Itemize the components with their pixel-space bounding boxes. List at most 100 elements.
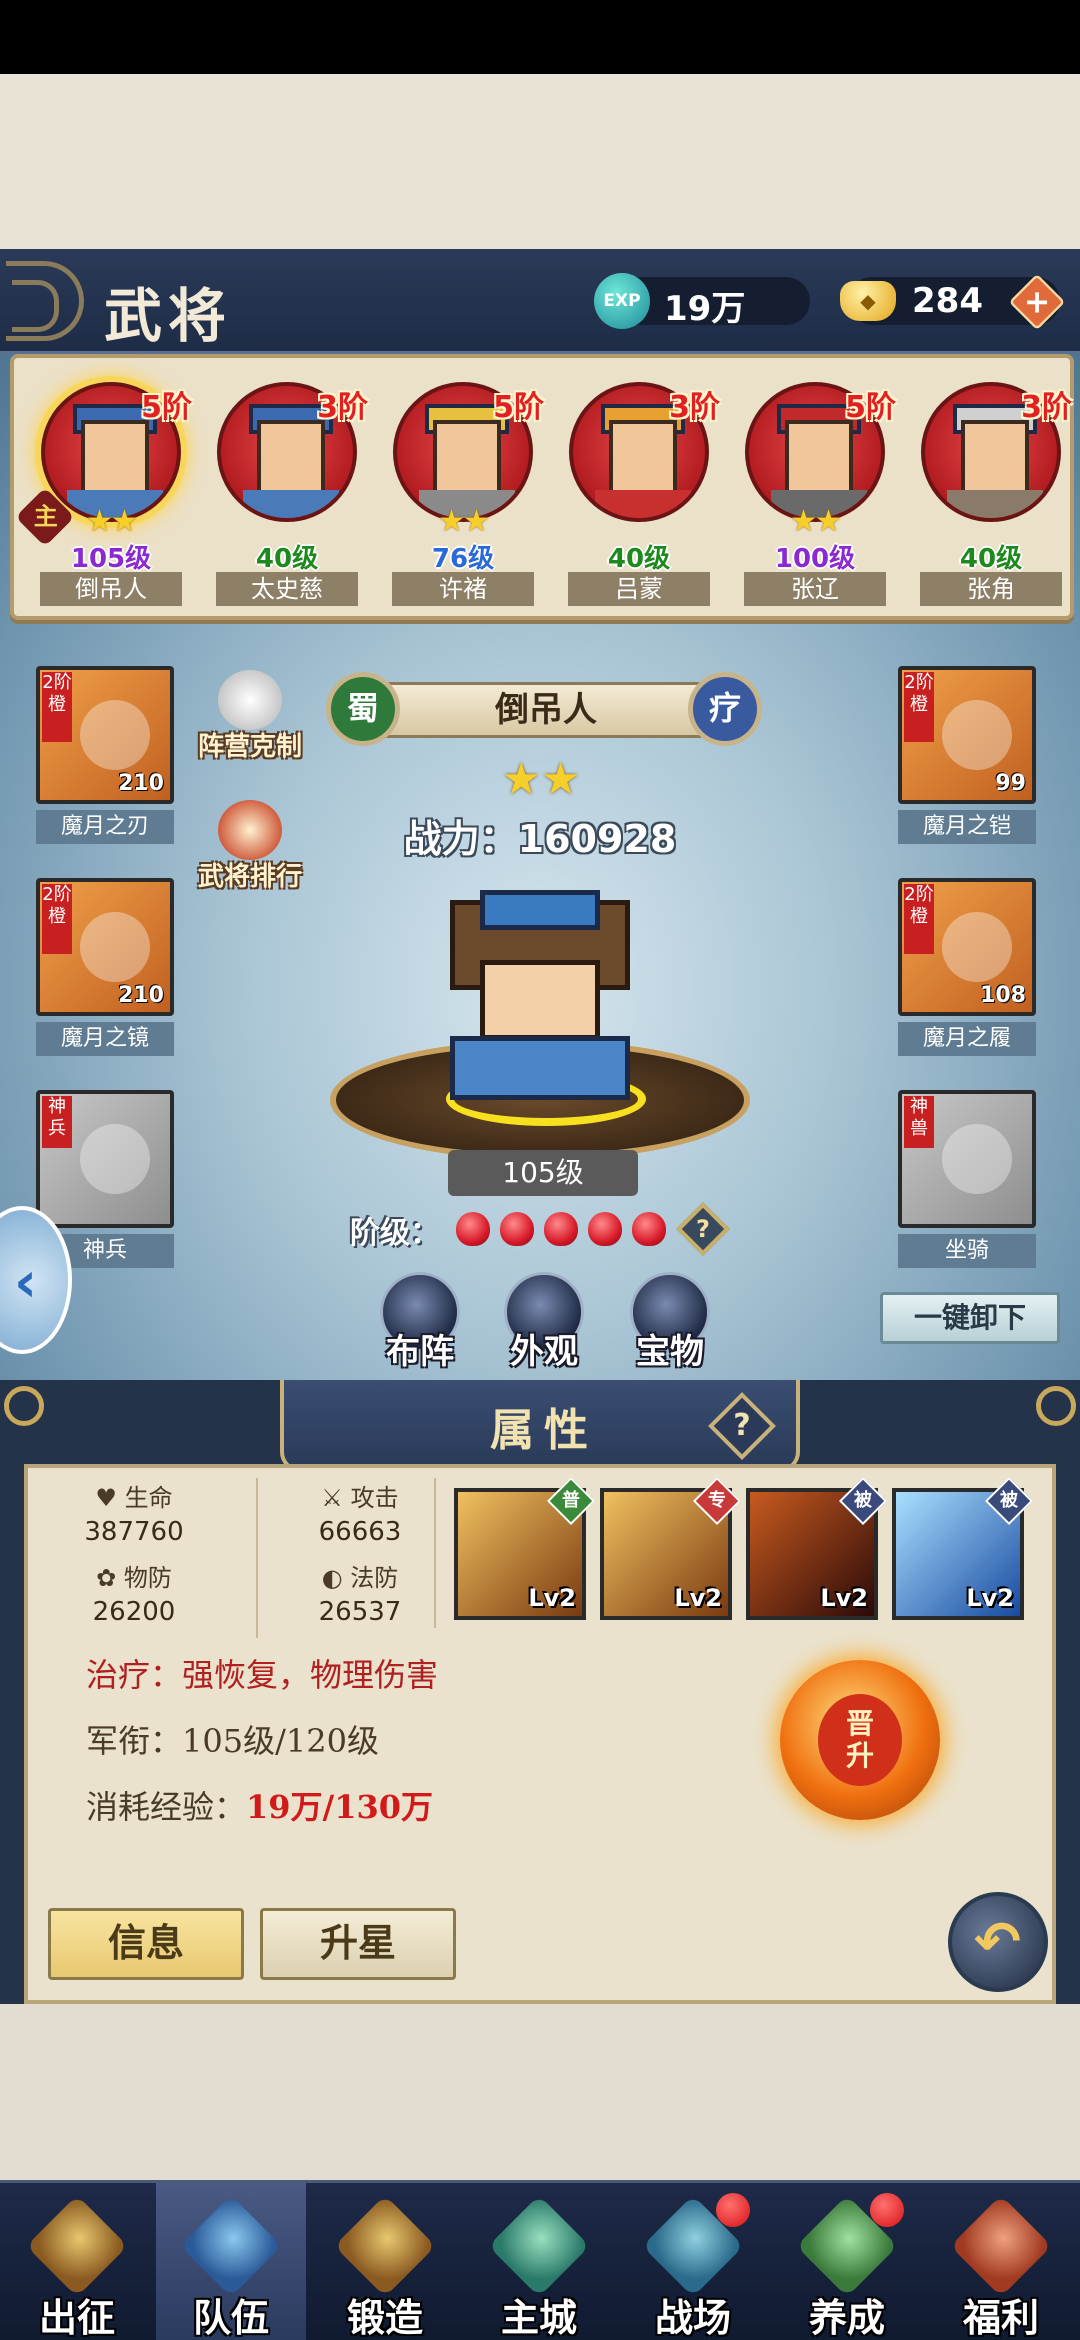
hero-name: 吕蒙 [568,572,710,606]
panel-ornament [1036,1386,1076,1426]
hero-name-title: 倒吊人 [495,690,597,730]
hero-level: 105级 [70,544,152,574]
mount-slot[interactable]: 神兽 [898,1090,1036,1228]
skill-level: Lv2 [674,1584,722,1612]
skill-slot-4[interactable]: 被 Lv2 [892,1476,1034,1620]
sword-icon [80,700,150,770]
nav-team[interactable]: 队伍 [156,2183,306,2340]
combat-power: 战力：160928 [403,817,677,861]
tier-badge: 神兵 [42,1096,72,1148]
skill-type-badge: 被 [838,1476,888,1526]
skill-slot-2[interactable]: 专 Lv2 [600,1476,742,1620]
page-title: 武将 [104,282,233,350]
hero-rank: 3阶 [1021,390,1072,425]
faction-counter-button[interactable]: 阵营克制 [198,670,302,762]
item-power: 108 [980,983,1026,1008]
tier-badge: 2阶橙 [42,672,72,742]
hero-name: 许褚 [392,572,534,606]
divine-weapon-icon [80,1124,150,1194]
hero-name: 张角 [920,572,1062,606]
treasure-button[interactable]: 宝物 [620,1272,720,1372]
top-banner-area [0,74,1080,249]
faction-badge: 蜀 [326,672,400,746]
skill-level: Lv2 [820,1584,868,1612]
nav-develop[interactable]: 养成 [772,2183,922,2340]
nav-expedition[interactable]: 出征 [2,2183,152,2340]
add-gold-button[interactable]: + [1008,273,1066,331]
gift-palace-icon [950,2195,1052,2297]
return-button[interactable]: ↶ [948,1892,1048,1992]
grade-label: 阶级： [350,1216,440,1251]
item-power: 99 [995,771,1026,796]
exp-counter: EXP 19万 [594,273,810,329]
team-helmet-icon [180,2195,282,2297]
appearance-button[interactable]: 外观 [494,1272,594,1372]
hp-stat: ♥ 生命 387760 [84,1484,184,1547]
skill-slot-1[interactable]: 普 Lv2 [454,1476,596,1620]
hero-rank: 5阶 [845,390,896,425]
hero-level-plate: 105级 [448,1150,638,1196]
divider [434,1478,436,1628]
skill-slot-3[interactable]: 被 Lv2 [746,1476,888,1620]
roster-hero-4[interactable]: 3阶 40级 吕蒙 [564,378,720,608]
roster-hero-6[interactable]: 3阶 40级 张角 [916,378,1072,608]
divider [256,1478,258,1638]
roster-hero-3[interactable]: 5阶 ★★ 76级 许褚 [388,378,544,608]
mount-name: 坐骑 [898,1234,1036,1268]
roster-hero-1[interactable]: 5阶 ★★ 105级 倒吊人 主 [15,378,192,608]
swords-icon: ⚔ [321,1484,343,1512]
tier-badge: 2阶橙 [904,672,934,742]
boots-name: 魔月之履 [898,1022,1036,1056]
skill-type-badge: 专 [692,1476,742,1526]
hero-character-sprite[interactable] [440,890,640,1100]
tier-badge: 神兽 [904,1096,934,1148]
weapon-slot[interactable]: 2阶橙 210 [36,666,174,804]
tier-badge: 2阶橙 [904,884,934,954]
roster-hero-5[interactable]: 5阶 ★★ 100级 张辽 [740,378,896,608]
mirror-slot[interactable]: 2阶橙 210 [36,878,174,1016]
nav-main-city[interactable]: 主城 [464,2183,614,2340]
heart-icon: ♥ [95,1484,117,1512]
role-badge: 疗 [688,672,762,746]
weapon-name: 魔月之刃 [36,810,174,844]
page-header: 武将 EXP 19万 ◆ 284 + [0,249,1080,354]
back-emblem-icon[interactable] [6,261,84,341]
tier-badge: 2阶橙 [42,884,72,954]
divine-weapon-slot[interactable]: 神兵 [36,1090,174,1228]
grade-gem-icon [632,1212,666,1246]
armor-slot[interactable]: 2阶橙 99 [898,666,1036,804]
nav-battlefield[interactable]: 战场 [618,2183,768,2340]
armor-icon [942,700,1012,770]
hero-name: 张辽 [744,572,886,606]
hero-name-plate: 倒吊人 蜀 疗 [326,672,762,746]
tab-info[interactable]: 信息 [48,1908,244,1980]
scroll-icon [218,800,282,860]
grade-gem-icon [500,1212,534,1246]
military-rank: 军衔：105级/120级 [86,1722,379,1760]
hero-roster: 5阶 ★★ 105级 倒吊人 主 3阶 40级 太史慈 5阶 ★★ 76级 许褚… [10,354,1074,620]
formation-button[interactable]: 布阵 [370,1272,470,1372]
nav-forge[interactable]: 锻造 [310,2183,460,2340]
hero-stars: ★★ [790,504,842,539]
hero-rank: 3阶 [669,390,720,425]
boots-slot[interactable]: 2阶橙 108 [898,878,1036,1016]
nav-welfare[interactable]: 福利 [926,2183,1076,2340]
hero-ranking-button[interactable]: 武将排行 [198,800,302,892]
skill-level: Lv2 [528,1584,576,1612]
hero-name: 倒吊人 [40,572,182,606]
skill-type-badge: 普 [546,1476,596,1526]
item-power: 210 [118,983,164,1008]
hero-level: 40级 [959,544,1023,574]
return-arrow-icon: ↶ [974,1910,1021,1975]
panel-ornament [4,1386,44,1426]
grade-gem-icon [544,1212,578,1246]
skill-type-badge: 被 [984,1476,1034,1526]
stats-grid: ♥ 生命 387760 ⚔ 攻击 66663 ✿ 物防 26200 ◐ 法防 2… [44,1478,444,1638]
promote-button[interactable]: 晋升 [780,1660,940,1820]
unequip-all-button[interactable]: 一键卸下 [880,1292,1060,1344]
roster-hero-2[interactable]: 3阶 40级 太史慈 [212,378,368,608]
notification-dot [716,2193,750,2227]
hero-rank: 5阶 [141,390,192,425]
gold-value: 284 [912,281,983,321]
tab-star-up[interactable]: 升星 [260,1908,456,1980]
